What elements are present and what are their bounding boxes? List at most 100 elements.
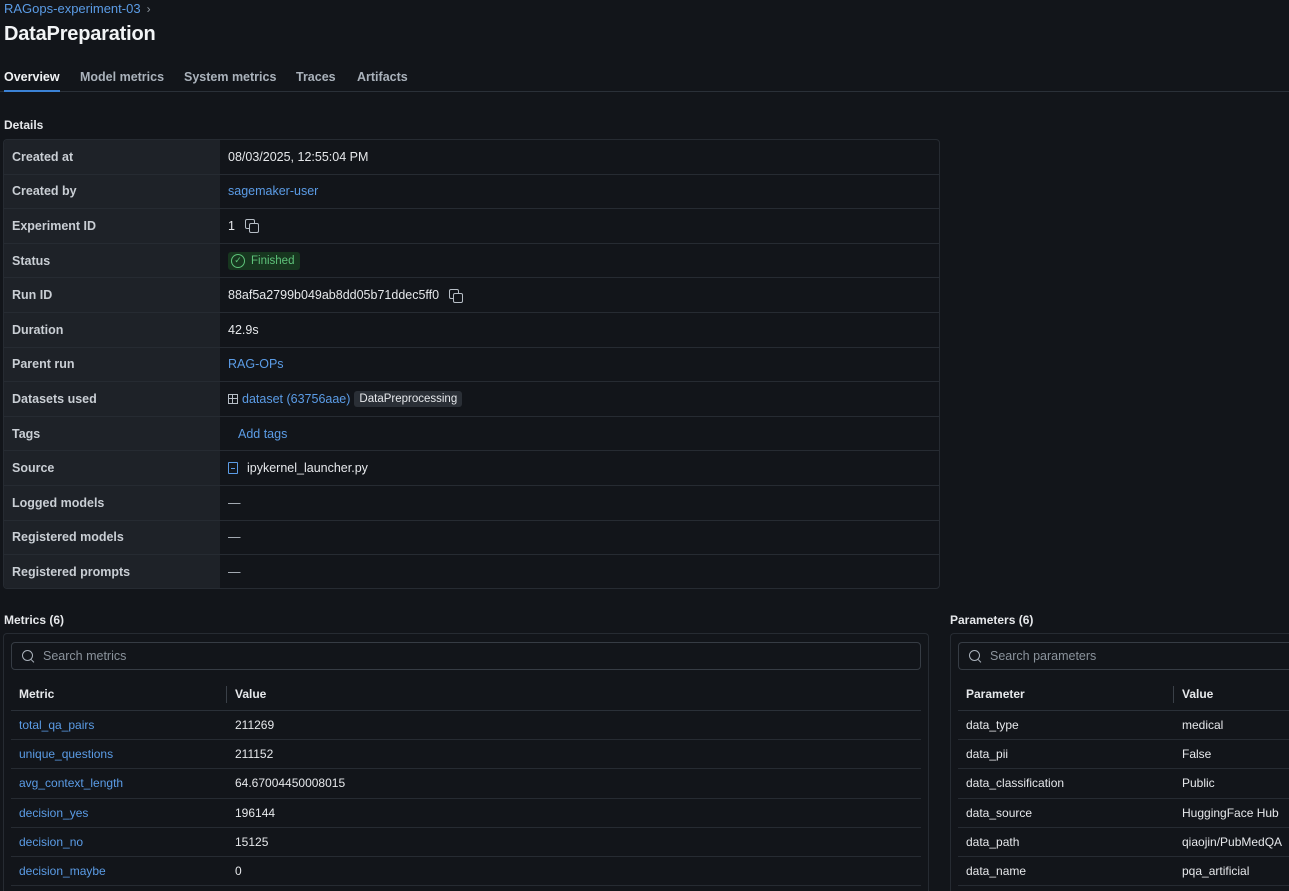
created-by-link[interactable]: sagemaker-user: [228, 184, 318, 198]
created-at-value: 08/03/2025, 12:55:04 PM: [228, 149, 369, 164]
parameter-value: pqa_artificial: [1182, 864, 1250, 879]
experiment-id-value: 1: [228, 218, 235, 233]
details-label: Duration: [4, 313, 220, 347]
details-label: Parent run: [4, 347, 220, 382]
metric-value: 0: [235, 864, 242, 879]
breadcrumb-experiment-link[interactable]: RAGops-experiment-03: [4, 1, 141, 16]
details-label: Status: [4, 243, 220, 278]
parameter-name: data_name: [966, 864, 1027, 879]
parameter-name: data_classification: [966, 776, 1065, 791]
details-label: Datasets used: [4, 382, 220, 416]
details-label: Run ID: [4, 278, 220, 312]
parameters-heading: Parameters (6): [950, 613, 1034, 627]
details-label: Experiment ID: [4, 209, 220, 243]
tab-overview[interactable]: Overview: [4, 70, 60, 92]
parameter-name: data_path: [966, 834, 1020, 849]
run-id-value: 88af5a2799b049ab8dd05b71ddec5ff0: [228, 288, 440, 303]
table-row: unique_questions 211152: [11, 740, 921, 770]
registered-prompts-value: —: [228, 565, 241, 580]
column-divider[interactable]: [1173, 686, 1174, 703]
metric-name-link[interactable]: decision_maybe: [19, 857, 106, 885]
details-label: Created at: [4, 140, 220, 174]
column-header-metric[interactable]: Metric: [19, 678, 54, 710]
table-row: data_path qiaojin/PubMedQA: [958, 828, 1289, 857]
table-row: data_source HuggingFace Hub: [958, 799, 1289, 828]
dataset-context-tag: DataPreprocessing: [354, 390, 463, 407]
parameter-value: Public: [1182, 776, 1215, 791]
search-metrics-input[interactable]: Search metrics: [11, 642, 921, 670]
parameters-table-header: Parameter Value: [958, 678, 1289, 711]
details-label: Tags: [4, 416, 220, 451]
column-header-value[interactable]: Value: [1182, 678, 1213, 710]
metric-name-link[interactable]: decision_yes: [19, 799, 88, 827]
tab-bar: Overview Model metrics System metrics Tr…: [0, 66, 1289, 92]
metrics-panel: Search metrics Metric Value total_qa_pai…: [3, 633, 929, 891]
parameter-value: qiaojin/PubMedQA: [1182, 834, 1283, 849]
parameter-name: data_source: [966, 805, 1033, 820]
details-row-source: Source ipykernel_launcher.py: [4, 451, 939, 486]
table-row: avg_context_length 64.67004450008015: [11, 769, 921, 799]
tab-artifacts[interactable]: Artifacts: [357, 70, 408, 84]
details-row-parent-run: Parent run RAG-OPs: [4, 347, 939, 383]
details-label: Registered models: [4, 520, 220, 555]
page-title: DataPreparation: [4, 23, 156, 45]
search-parameters-input[interactable]: Search parameters: [958, 642, 1289, 670]
column-header-parameter[interactable]: Parameter: [966, 678, 1025, 710]
parameter-value: HuggingFace Hub: [1182, 805, 1279, 820]
details-row-created-at: Created at 08/03/2025, 12:55:04 PM: [4, 140, 939, 175]
table-row: decision_maybe 0: [11, 857, 921, 887]
details-label: Source: [4, 451, 220, 485]
table-row: decision_yes 196144: [11, 799, 921, 828]
table-row: decision_no 15125: [11, 828, 921, 857]
metrics-table-header: Metric Value: [11, 678, 921, 711]
table-row: data_name pqa_artificial: [958, 857, 1289, 887]
details-row-run-id: Run ID 88af5a2799b049ab8dd05b71ddec5ff0: [4, 278, 939, 313]
add-tags-button[interactable]: Add tags: [238, 427, 287, 441]
registered-models-value: —: [228, 530, 241, 545]
details-label: Created by: [4, 174, 220, 209]
parameter-name: data_type: [966, 718, 1019, 733]
copy-icon[interactable]: [449, 288, 464, 303]
tab-traces[interactable]: Traces: [296, 70, 336, 84]
details-row-created-by: Created by sagemaker-user: [4, 174, 939, 210]
chevron-right-icon: ›: [146, 1, 151, 16]
parameter-value: False: [1182, 747, 1212, 762]
search-metrics-placeholder: Search metrics: [43, 649, 127, 663]
tab-model-metrics[interactable]: Model metrics: [80, 70, 164, 84]
metric-name-link[interactable]: avg_context_length: [19, 769, 123, 797]
search-parameters-placeholder: Search parameters: [990, 649, 1097, 663]
table-row: total_qa_pairs 211269: [11, 711, 921, 741]
details-row-duration: Duration 42.9s: [4, 313, 939, 348]
table-row: data_type medical: [958, 711, 1289, 741]
duration-value: 42.9s: [228, 322, 259, 337]
details-row-logged-models: Logged models —: [4, 486, 939, 521]
table-row: data_classification Public: [958, 769, 1289, 799]
parent-run-link[interactable]: RAG-OPs: [228, 357, 284, 371]
copy-icon[interactable]: [244, 219, 259, 234]
metric-name-link[interactable]: decision_no: [19, 828, 83, 856]
details-table: Created at 08/03/2025, 12:55:04 PM Creat…: [3, 139, 940, 589]
metric-value: 64.67004450008015: [235, 776, 346, 791]
dataset-link[interactable]: dataset (63756aae): [242, 392, 350, 406]
metric-value: 15125: [235, 834, 269, 849]
parameter-name: data_pii: [966, 747, 1009, 762]
table-icon: [228, 393, 238, 404]
metric-value: 211269: [235, 718, 275, 733]
metrics-heading: Metrics (6): [4, 613, 65, 627]
tab-system-metrics[interactable]: System metrics: [184, 70, 276, 84]
table-row: data_pii False: [958, 740, 1289, 770]
column-header-value[interactable]: Value: [235, 678, 266, 710]
details-row-experiment-id: Experiment ID 1: [4, 209, 939, 244]
metric-name-link[interactable]: unique_questions: [19, 740, 113, 768]
status-badge: ✓ Finished: [228, 251, 301, 270]
breadcrumb: RAGops-experiment-03 ›: [4, 1, 151, 16]
status-text: Finished: [251, 254, 295, 267]
source-value[interactable]: ipykernel_launcher.py: [247, 461, 368, 475]
search-icon: [22, 649, 35, 663]
metric-name-link[interactable]: total_qa_pairs: [19, 711, 94, 739]
column-divider[interactable]: [226, 686, 227, 703]
details-row-registered-models: Registered models —: [4, 520, 939, 556]
file-code-icon: [228, 462, 238, 475]
parameters-panel: Search parameters Parameter Value data_t…: [950, 633, 1289, 891]
details-row-status: Status ✓ Finished: [4, 243, 939, 279]
